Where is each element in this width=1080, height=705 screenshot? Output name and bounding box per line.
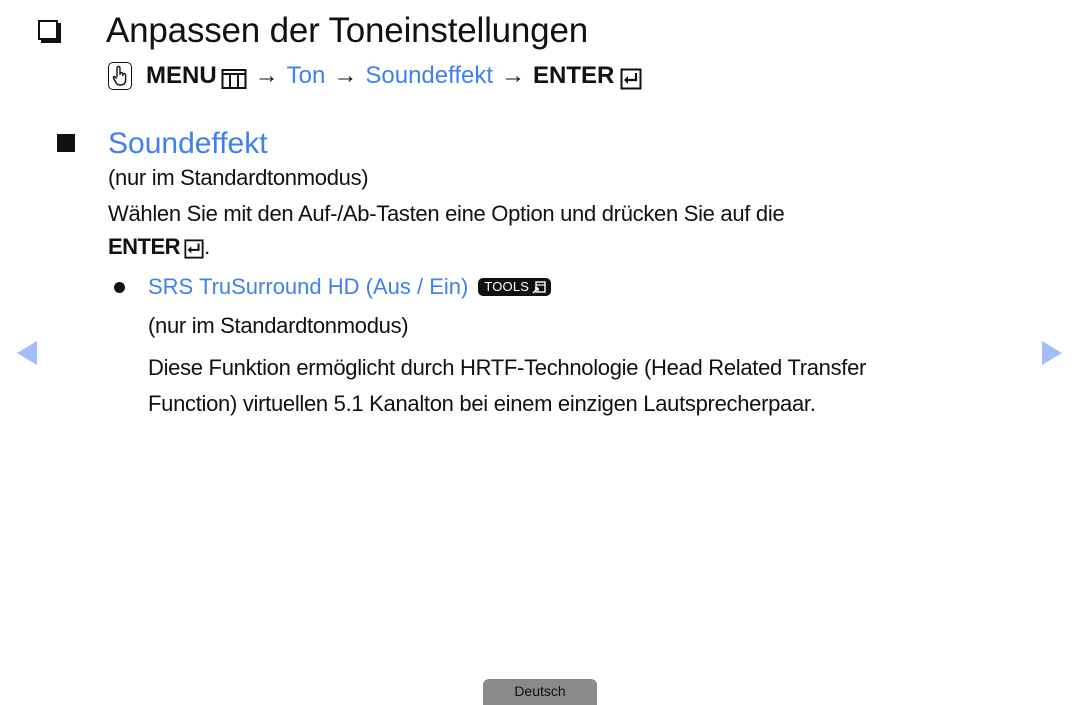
instruction-enter-line: ENTER . [108, 232, 210, 262]
menu-path-breadcrumb: MENU → Ton → Soundeffekt → ENTER [108, 58, 642, 94]
path-arrow: → [333, 62, 358, 89]
menu-path-step-soundeffekt[interactable]: Soundeffekt [365, 58, 493, 94]
instruction-period: . [204, 234, 210, 259]
enter-label: ENTER [108, 234, 181, 259]
section-note: (nur im Standardtonmodus) [108, 165, 369, 190]
enter-label: ENTER [533, 62, 615, 89]
section-title: Soundeffekt [108, 127, 268, 160]
triangle-left-icon[interactable] [17, 341, 37, 365]
menu-grid-icon [221, 65, 247, 89]
bullet-description-line-2: Function) virtuellen 5.1 Kanalton bei ei… [148, 391, 816, 416]
menu-label: MENU [146, 62, 217, 89]
section-instruction: Wählen Sie mit den Auf-/Ab-Tasten eine O… [108, 201, 785, 226]
triangle-right-icon[interactable] [1042, 341, 1062, 365]
tools-shortcut-icon [532, 280, 546, 294]
enter-return-icon [184, 237, 204, 259]
enter-return-icon [620, 65, 642, 90]
bullet-item-srs-trusurround: SRS TruSurround HD (Aus / Ein) TOOLS [148, 272, 552, 302]
page-title: Anpassen der Toneinstellungen [106, 11, 588, 50]
path-arrow: → [254, 62, 279, 89]
bullet-note: (nur im Standardtonmodus) [148, 313, 409, 338]
bullet-description-line-1: Diese Funktion ermöglicht durch HRTF-Tec… [148, 355, 867, 380]
menu-path-step-ton[interactable]: Ton [287, 58, 326, 94]
hand-pointer-icon [108, 62, 132, 90]
path-arrow: → [501, 62, 526, 89]
checkbox-square-icon [38, 20, 58, 40]
tools-badge: TOOLS [478, 278, 552, 296]
bullet-icon [114, 282, 125, 293]
bullet-title: SRS TruSurround HD (Aus / Ein) [148, 274, 469, 299]
tools-label: TOOLS [484, 279, 530, 294]
language-tab[interactable]: Deutsch [483, 679, 597, 705]
filled-square-icon [57, 134, 75, 152]
